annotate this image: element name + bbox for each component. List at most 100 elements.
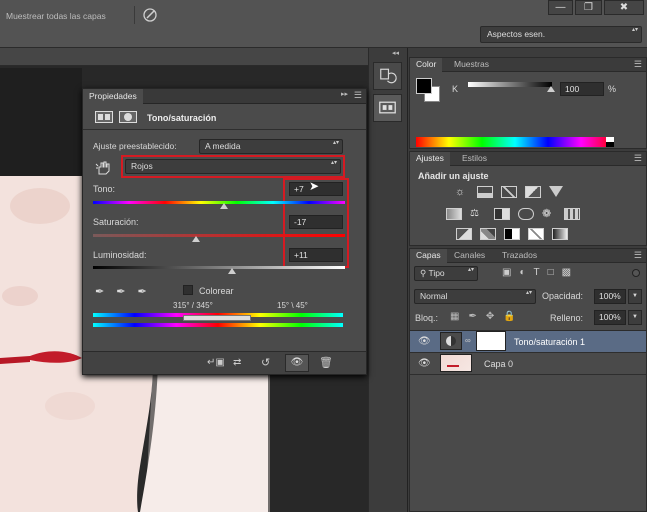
channel-value-field[interactable]: 100 <box>560 82 604 96</box>
workspace-select[interactable]: Aspectos esen. <box>480 26 642 43</box>
invert-icon[interactable] <box>456 228 472 240</box>
hue-saturation-icon[interactable] <box>446 208 462 220</box>
hue-label: Tono: <box>93 184 116 194</box>
properties-panel-button[interactable] <box>373 94 402 122</box>
exposure-icon[interactable] <box>525 186 541 198</box>
black-white-ramp[interactable] <box>606 137 614 147</box>
hue-slider-track[interactable] <box>93 201 345 204</box>
tab-color[interactable]: Color <box>410 58 443 72</box>
reset-icon[interactable]: ↺ <box>261 356 270 369</box>
blend-mode-select[interactable]: Normal <box>414 289 536 304</box>
vibrance-icon[interactable] <box>549 186 563 197</box>
close-button[interactable]: ✖ <box>604 0 644 15</box>
lightness-slider-handle[interactable] <box>227 268 236 274</box>
view-previous-icon[interactable]: ⇄ <box>233 357 241 368</box>
saturation-slider-track[interactable] <box>93 234 345 237</box>
mask-icon[interactable] <box>119 111 137 123</box>
minimize-button[interactable]: — <box>548 0 573 15</box>
smart-object-filter-icon[interactable]: ▩ <box>562 267 571 278</box>
panel-menu-icon[interactable]: ☰ <box>634 153 642 164</box>
fill-dropdown[interactable]: ▼ <box>628 310 642 325</box>
hue-slider-handle[interactable] <box>220 203 229 209</box>
lightness-value-field[interactable]: +11 <box>289 248 343 262</box>
color-lookup-icon[interactable] <box>564 208 580 220</box>
tab-swatches[interactable]: Muestras <box>448 58 495 72</box>
gradient-map-icon[interactable] <box>552 228 568 240</box>
visibility-eye-icon[interactable]: 👁 <box>418 336 431 347</box>
type-filter-icon[interactable]: T <box>534 267 540 278</box>
curves-icon[interactable] <box>501 186 517 198</box>
sample-all-layers-label[interactable]: Muestrear todas las capas <box>6 11 106 21</box>
history-panel-button[interactable] <box>373 62 402 90</box>
adjustment-layer-thumbnail <box>440 332 462 350</box>
colorize-checkbox[interactable] <box>183 285 193 295</box>
properties-icon <box>379 101 396 114</box>
panel-menu-icon[interactable]: ☰ <box>354 90 362 101</box>
targeted-adjustment-hand-icon[interactable] <box>95 160 113 176</box>
panel-menu-icon[interactable]: ☰ <box>634 59 642 70</box>
toggle-visibility-icon[interactable]: 👁 <box>285 354 309 372</box>
hue-saturation-icon <box>446 336 456 346</box>
layer-mask-thumbnail[interactable] <box>476 331 506 351</box>
tab-styles[interactable]: Estilos <box>456 152 493 166</box>
opacity-dropdown[interactable]: ▼ <box>628 289 642 304</box>
brightness-icon[interactable]: ☼ <box>455 186 469 198</box>
channel-slider-handle[interactable] <box>547 86 555 92</box>
pressure-brush-icon[interactable] <box>142 7 158 23</box>
layer-row[interactable]: 👁 ∞ Tono/saturación 1 <box>410 331 646 353</box>
threshold-icon[interactable] <box>504 228 520 240</box>
saturation-value-field[interactable]: -17 <box>289 215 343 229</box>
adjustments-row-2: ⚖ ❁ <box>446 208 580 220</box>
color-range-slider[interactable] <box>183 315 251 321</box>
tab-properties[interactable]: Propiedades <box>83 89 143 104</box>
link-icon[interactable]: ∞ <box>465 336 471 345</box>
delete-icon[interactable]: 🗑 <box>319 356 333 369</box>
saturation-slider-handle[interactable] <box>192 236 201 242</box>
levels-icon[interactable] <box>477 186 493 198</box>
lock-all-icon[interactable]: 🔒 <box>503 311 515 322</box>
clip-to-layer-icon[interactable]: ↵▣ <box>207 357 225 368</box>
adjustments-panel: Ajustes Estilos ☰ Añadir un ajuste ☼ ⚖ ❁ <box>409 151 647 246</box>
options-separator <box>134 6 135 24</box>
eyedropper-plus-icon[interactable]: ✒ <box>116 285 125 298</box>
color-balance-icon[interactable]: ⚖ <box>470 208 486 220</box>
eyedropper-icon[interactable]: ✒ <box>95 285 104 298</box>
fill-field[interactable]: 100% <box>594 310 626 325</box>
pixel-filter-icon[interactable]: ▣ <box>502 267 511 278</box>
lock-pixels-icon[interactable]: ✒ <box>468 311 476 322</box>
channel-select[interactable]: Rojos <box>125 159 341 174</box>
posterize-icon[interactable] <box>480 228 496 240</box>
visibility-eye-icon[interactable]: 👁 <box>418 358 431 369</box>
lightness-slider-track[interactable] <box>93 266 345 269</box>
tab-channels[interactable]: Canales <box>448 249 491 263</box>
tab-paths[interactable]: Trazados <box>496 249 543 263</box>
selective-color-icon[interactable] <box>528 228 544 240</box>
layer-name[interactable]: Capa 0 <box>484 359 513 369</box>
eyedropper-minus-icon[interactable]: ✒ <box>137 285 146 298</box>
properties-divider <box>83 129 366 130</box>
channel-slider-track[interactable] <box>468 82 552 87</box>
adjustment-filter-icon[interactable]: ◐ <box>519 267 525 278</box>
foreground-color-swatch-top[interactable] <box>416 78 432 94</box>
layer-row[interactable]: 👁 Capa 0 <box>410 353 646 375</box>
adjustments-row-3 <box>456 228 568 240</box>
shape-filter-icon[interactable]: □ <box>548 267 554 278</box>
channel-mixer-icon[interactable]: ❁ <box>542 208 556 220</box>
tab-adjustments[interactable]: Ajustes <box>410 152 450 166</box>
black-white-icon[interactable] <box>494 208 510 220</box>
panel-menu-icon[interactable]: ☰ <box>634 250 642 261</box>
color-ramp[interactable] <box>416 137 614 147</box>
layer-name[interactable]: Tono/saturación 1 <box>514 337 585 347</box>
expand-panel-icon[interactable]: ▸▸ <box>341 90 348 98</box>
preset-select[interactable]: A medida <box>199 139 343 154</box>
layer-filter-select[interactable]: ⚲ Tipo <box>414 266 478 281</box>
tab-layers[interactable]: Capas <box>410 249 447 263</box>
adjustment-type-icon[interactable] <box>95 111 113 123</box>
photo-filter-icon[interactable] <box>518 208 534 220</box>
restore-button[interactable]: ❐ <box>575 0 602 15</box>
lock-position-icon[interactable]: ✥ <box>486 311 494 322</box>
filter-toggle-button[interactable] <box>632 269 640 277</box>
lock-transparency-icon[interactable]: ▦ <box>450 311 459 322</box>
dock-collapse-button[interactable]: ◂◂ <box>392 49 399 57</box>
opacity-field[interactable]: 100% <box>594 289 626 304</box>
